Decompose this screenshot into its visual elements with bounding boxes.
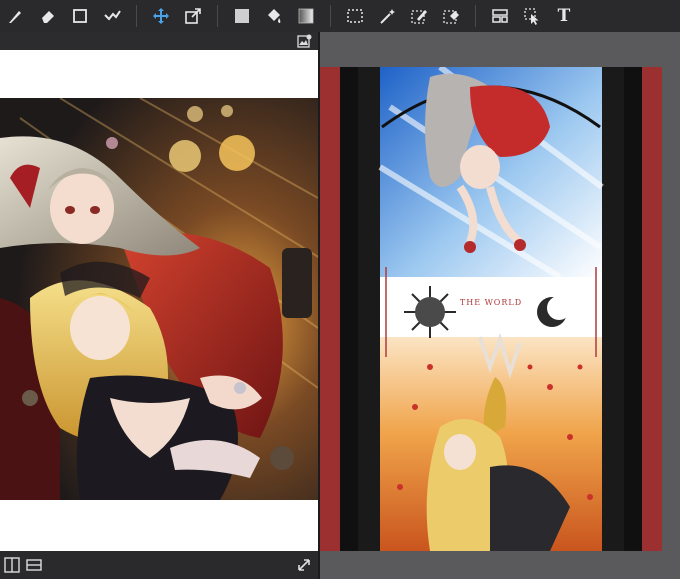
selection-pen-icon[interactable] xyxy=(403,0,435,32)
toolbar-divider xyxy=(136,5,137,27)
magic-wand-icon[interactable] xyxy=(371,0,403,32)
left-canvas-panel xyxy=(0,32,318,579)
selection-rect-icon[interactable] xyxy=(339,0,371,32)
canvas-artwork-illustration[interactable] xyxy=(0,98,318,500)
split-view-icon[interactable] xyxy=(2,555,22,575)
canvas-area[interactable] xyxy=(0,50,318,565)
right-reference-panel: THE WORLD xyxy=(320,32,680,579)
fill-color-icon[interactable] xyxy=(226,0,258,32)
rectangle-tool-icon[interactable] xyxy=(64,0,96,32)
paint-app-window: T THE WORLD xyxy=(0,0,680,579)
resize-handle-icon[interactable] xyxy=(294,555,314,575)
transform-icon[interactable] xyxy=(177,0,209,32)
layer-panel-icon[interactable] xyxy=(484,0,516,32)
selection-eraser-icon[interactable] xyxy=(435,0,467,32)
toolbar-divider xyxy=(475,5,476,27)
tarot-card-title: THE WORLD xyxy=(460,298,522,307)
left-panel-header xyxy=(0,32,318,50)
text-tool-glyph: T xyxy=(557,6,571,26)
horizontal-split-icon[interactable] xyxy=(24,555,44,575)
reference-tarot-artwork[interactable]: THE WORLD xyxy=(320,67,662,551)
select-move-icon[interactable] xyxy=(516,0,548,32)
left-panel-footer xyxy=(0,551,318,579)
check-select-icon[interactable] xyxy=(96,0,128,32)
move-icon[interactable] xyxy=(145,0,177,32)
reference-image-icon[interactable] xyxy=(296,33,312,49)
toolbar-divider xyxy=(217,5,218,27)
text-tool-icon[interactable]: T xyxy=(548,0,580,32)
eraser-icon[interactable] xyxy=(32,0,64,32)
gradient-icon[interactable] xyxy=(290,0,322,32)
toolbar-divider xyxy=(330,5,331,27)
paint-bucket-icon[interactable] xyxy=(258,0,290,32)
main-toolbar: T xyxy=(0,0,680,32)
brush-icon[interactable] xyxy=(0,0,32,32)
